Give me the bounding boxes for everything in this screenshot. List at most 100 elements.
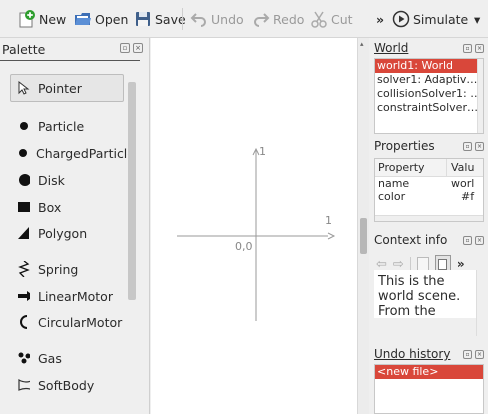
float-icon[interactable]: ▫ xyxy=(463,350,472,359)
undo-history-title-text: Undo history xyxy=(374,347,451,361)
small-dot-icon xyxy=(18,147,28,159)
new-button[interactable]: New xyxy=(18,9,66,29)
palette-item-gas[interactable]: Gas xyxy=(18,345,62,371)
world-item-world1[interactable]: world1: World xyxy=(375,59,483,73)
palette-item-spring[interactable]: Spring xyxy=(18,256,78,282)
palette-item-box[interactable]: Box xyxy=(18,194,61,220)
world-item-constraint-solver[interactable]: constraintSolver… xyxy=(375,101,483,115)
properties-header: Property Valu xyxy=(375,159,483,177)
properties-title-text: Properties xyxy=(374,139,435,153)
cut-button[interactable]: Cut xyxy=(310,9,353,29)
canvas-vertical-scrollbar[interactable]: ▴ xyxy=(357,38,369,414)
palette-title-text: Palette xyxy=(2,41,46,57)
context-info-line: world scene. xyxy=(378,289,461,304)
world-item-collision-solver[interactable]: collisionSolver1: … xyxy=(375,87,483,101)
undo-icon xyxy=(190,10,208,28)
palette-item-polygon[interactable]: Polygon xyxy=(18,220,87,246)
properties-horizontal-scrollbar[interactable] xyxy=(375,215,483,221)
close-icon[interactable]: × xyxy=(475,236,484,245)
world-item-solver1[interactable]: solver1: Adaptiv… xyxy=(375,73,483,87)
right-dock-area: World ▫ × world1: World solver1: Adaptiv… xyxy=(370,38,488,414)
palette-item-label: Gas xyxy=(38,350,62,366)
undo-history-dock-title: Undo history xyxy=(374,344,450,364)
cut-label: Cut xyxy=(331,11,353,27)
toolbar-dropdown-button[interactable]: ▾ xyxy=(474,9,480,29)
scissors-icon xyxy=(310,10,328,28)
pointer-arrow-icon xyxy=(18,81,30,95)
simulate-label: Simulate xyxy=(413,11,469,27)
dropdown-label: ▾ xyxy=(474,11,481,27)
simulate-button[interactable]: Simulate xyxy=(392,9,468,29)
small-dot-icon xyxy=(18,120,30,132)
palette-item-softbody[interactable]: SoftBody xyxy=(18,372,94,398)
gas-icon xyxy=(18,352,30,364)
float-icon[interactable]: ▫ xyxy=(463,236,472,245)
canvas-scroll-thumb[interactable] xyxy=(360,218,367,254)
palette-item-charged-particle[interactable]: ChargedParticle xyxy=(18,140,130,166)
save-disk-icon xyxy=(134,10,152,28)
redo-label: Redo xyxy=(273,11,305,27)
palette-item-label: Box xyxy=(38,199,62,215)
context-info-title-text: Context info xyxy=(374,233,448,247)
properties-dock-buttons: ▫ × xyxy=(463,142,484,151)
palette-item-label: Spring xyxy=(38,261,79,277)
polygon-icon xyxy=(18,227,30,239)
page-icon[interactable] xyxy=(416,257,429,271)
save-button[interactable]: Save xyxy=(134,9,186,29)
undo-label: Undo xyxy=(211,11,244,27)
palette-item-particle[interactable]: Particle xyxy=(18,113,84,139)
context-info-dock-buttons: ▫ × xyxy=(463,236,484,245)
world-title-text: World xyxy=(374,41,409,55)
undo-history-dock-buttons: ▫ × xyxy=(463,350,484,359)
context-more-button[interactable]: » xyxy=(457,257,465,271)
world-tree-list[interactable]: world1: World solver1: Adaptiv… collisio… xyxy=(374,58,484,134)
float-icon[interactable]: ▫ xyxy=(120,43,130,53)
new-label: New xyxy=(39,11,67,27)
scroll-up-icon[interactable]: ▴ xyxy=(360,40,364,48)
palette-item-pointer[interactable]: Pointer xyxy=(18,75,82,101)
property-row-color[interactable]: color #f xyxy=(375,190,483,203)
box-icon xyxy=(18,201,30,213)
splitter-handle[interactable]: ⋮ xyxy=(146,234,149,244)
undo-button[interactable]: Undo xyxy=(190,9,244,29)
property-column-header[interactable]: Property xyxy=(375,159,447,176)
float-icon[interactable]: ▫ xyxy=(463,142,472,151)
open-label: Open xyxy=(95,11,129,27)
value-column-header[interactable]: Valu xyxy=(447,159,474,176)
world-dock-buttons: ▫ × xyxy=(463,44,484,53)
close-icon[interactable]: × xyxy=(475,142,484,151)
property-row-name[interactable]: name worl xyxy=(375,177,483,190)
undo-history-list[interactable]: <new file> xyxy=(374,364,484,414)
properties-table[interactable]: Property Valu name worl color #f xyxy=(374,158,484,222)
linear-motor-icon xyxy=(18,290,30,302)
disk-icon xyxy=(18,174,30,186)
context-toolbar-separator xyxy=(409,257,411,271)
circular-motor-icon xyxy=(18,315,30,329)
property-name: name xyxy=(378,177,410,190)
property-name: color xyxy=(378,190,406,203)
redo-button[interactable]: Redo xyxy=(252,9,304,29)
context-info-scrollbar[interactable] xyxy=(476,270,482,336)
float-icon[interactable]: ▫ xyxy=(463,44,472,53)
world-list-scrollbar[interactable] xyxy=(477,59,483,133)
palette-item-disk[interactable]: Disk xyxy=(18,167,65,193)
palette-dock: Palette ▫ × Pointer Particle ChargedPart… xyxy=(0,38,150,414)
property-value: worl xyxy=(451,177,475,190)
palette-item-label: Pointer xyxy=(38,80,82,96)
overflow-label: » xyxy=(376,11,385,27)
undo-history-item[interactable]: <new file> xyxy=(375,365,483,379)
open-button[interactable]: Open xyxy=(74,9,128,29)
palette-item-label: CircularMotor xyxy=(38,314,123,330)
palette-item-linear-motor[interactable]: LinearMotor xyxy=(18,283,113,309)
context-info-dock-title: Context info xyxy=(374,230,447,250)
close-icon[interactable]: × xyxy=(133,43,143,53)
world-scene-canvas[interactable]: 1 1 0,0 xyxy=(151,38,357,414)
close-icon[interactable]: × xyxy=(475,44,484,53)
close-icon[interactable]: × xyxy=(475,350,484,359)
palette-dock-buttons: ▫ × xyxy=(120,43,143,53)
palette-scrollbar[interactable] xyxy=(128,82,136,300)
context-info-line: This is the xyxy=(378,274,445,289)
toolbar-overflow-button[interactable]: » xyxy=(376,9,384,29)
palette-item-label: Particle xyxy=(38,118,85,134)
palette-item-circular-motor[interactable]: CircularMotor xyxy=(18,309,122,335)
